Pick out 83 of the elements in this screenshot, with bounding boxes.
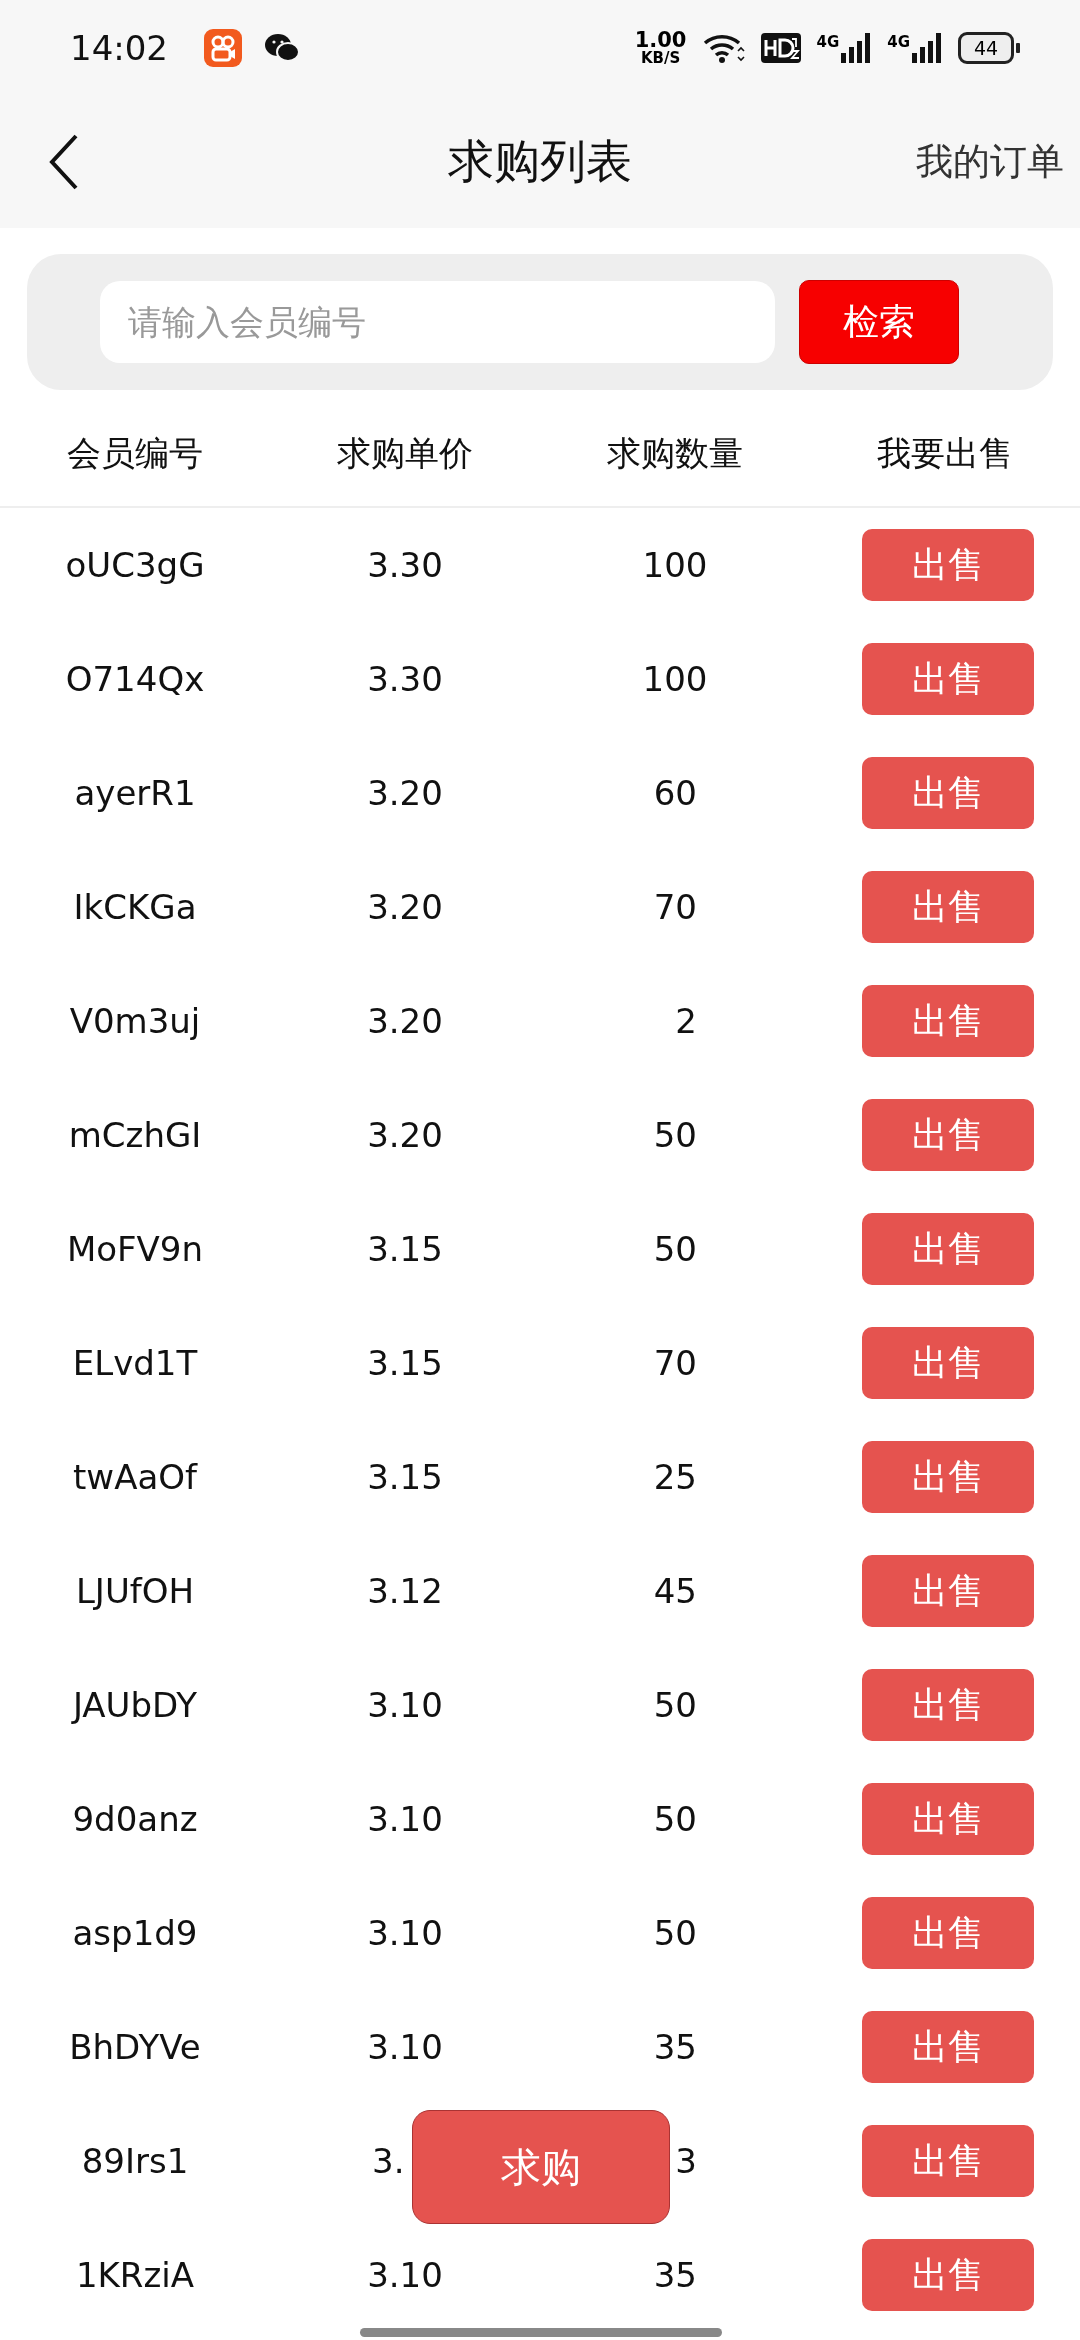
member-id-field[interactable]: 请输入会员编号: [100, 281, 775, 363]
search-button[interactable]: 检索: [799, 280, 959, 364]
quantity-cell: 100: [642, 545, 708, 585]
quantity-cell-text: 2: [674, 1001, 697, 1041]
sell-button[interactable]: 出售: [862, 1327, 1034, 1399]
member-id-cell: 1KRziA: [75, 2255, 195, 2295]
quantity-cell: 45: [653, 1571, 697, 1611]
unit-price-cell: 3.10: [367, 1685, 443, 1725]
sell-button[interactable]: 出售: [862, 1669, 1034, 1741]
quantity-cell: 100: [642, 659, 708, 699]
sell-button[interactable]: 出售: [862, 2239, 1034, 2311]
member-id-cell: ayerR1: [74, 773, 196, 813]
clock: 14:02: [70, 28, 168, 68]
battery-indicator: 44: [958, 32, 1014, 64]
member-id-cell: MoFV9n: [66, 1229, 204, 1269]
member-id-cell: O714Qx: [65, 659, 205, 699]
quantity-cell: 50: [653, 1913, 697, 1953]
request-buy-button[interactable]: 求购: [412, 2110, 670, 2224]
quantity-cell: 50: [653, 1799, 697, 1839]
quantity-cell: 35: [653, 2027, 697, 2067]
quantity-cell-text: 3: [674, 2141, 697, 2181]
sell-button[interactable]: 出售: [862, 1555, 1034, 1627]
member-id-cell: LJUfOH: [75, 1571, 195, 1611]
unit-price-cell: 3.20: [367, 1001, 443, 1041]
sell-button[interactable]: 出售: [862, 1099, 1034, 1171]
signal-icon: [912, 33, 942, 63]
member-id-cell: V0m3uj: [69, 1001, 201, 1041]
quantity-cell: 50: [653, 1685, 697, 1725]
unit-price-cell: 3.20: [367, 1115, 443, 1155]
member-id-cell: 89Irs1: [81, 2141, 189, 2181]
member-id-cell: 9d0anz: [72, 1799, 198, 1839]
page-title: 求购列表: [448, 134, 632, 188]
sell-button[interactable]: 出售: [862, 1441, 1034, 1513]
unit-price-cell: 3.10: [367, 1913, 443, 1953]
unit-price-cell: 3.15: [367, 1343, 443, 1383]
column-header: 求购数量: [607, 432, 743, 475]
sell-button[interactable]: 出售: [862, 2125, 1034, 2197]
unit-price-cell: 3.15: [367, 1457, 443, 1497]
unit-price-cell: 3.30: [367, 659, 443, 699]
quantity-cell: 60: [653, 773, 697, 813]
member-id-cell: asp1d9: [72, 1913, 198, 1953]
quantity-cell: 35: [653, 2255, 697, 2295]
sell-button[interactable]: 出售: [862, 985, 1034, 1057]
sell-button[interactable]: 出售: [862, 757, 1034, 829]
member-id-cell: IkCKGa: [73, 887, 197, 927]
column-header: 会员编号: [67, 432, 203, 475]
sell-button[interactable]: 出售: [862, 1213, 1034, 1285]
sell-button[interactable]: 出售: [862, 871, 1034, 943]
network-type: 4G: [887, 33, 910, 51]
member-id-cell: oUC3gG: [65, 545, 205, 585]
unit-price-cell: 3.12: [367, 1571, 443, 1611]
unit-price-cell: 3.10: [367, 2255, 443, 2295]
sell-button[interactable]: 出售: [862, 2011, 1034, 2083]
member-id-cell: BhDYVe: [69, 2027, 201, 2067]
network-type: 4G: [816, 33, 840, 51]
quantity-cell: 50: [653, 1229, 697, 1269]
unit-price-cell-text: 3.: [372, 2141, 406, 2181]
sell-button[interactable]: 出售: [862, 1783, 1034, 1855]
member-id-cell: ELvd1T: [72, 1343, 198, 1383]
unit-price-cell: 3.10: [367, 1799, 443, 1839]
column-header: 我要出售: [877, 432, 1013, 475]
member-id-cell: mCzhGI: [68, 1115, 202, 1155]
unit-price-cell: 3.30: [367, 545, 443, 585]
unit-price-cell: 3.10: [367, 2027, 443, 2067]
quantity-cell: 70: [653, 887, 697, 927]
sell-button[interactable]: 出售: [862, 643, 1034, 715]
quantity-cell: 70: [653, 1343, 697, 1383]
member-id-cell: JAUbDY: [72, 1685, 198, 1725]
quantity-cell: 50: [653, 1115, 697, 1155]
unit-price-cell: 3.20: [367, 773, 443, 813]
signal-icon: [841, 33, 872, 63]
quantity-cell: 25: [653, 1457, 697, 1497]
column-header: 求购单价: [337, 432, 473, 475]
unit-price-cell: 3.15: [367, 1229, 443, 1269]
my-orders-link[interactable]: 我的订单: [916, 137, 1064, 187]
video-app-icon: [204, 29, 242, 67]
sell-button[interactable]: 出售: [862, 1897, 1034, 1969]
network-speed: 1.00 KB/S: [634, 30, 687, 66]
sell-button[interactable]: 出售: [862, 529, 1034, 601]
unit-price-cell: 3.20: [367, 887, 443, 927]
wifi-icon: [702, 32, 745, 64]
member-id-cell: twAaOf: [73, 1457, 197, 1497]
hd-voice-icon: [760, 33, 801, 63]
